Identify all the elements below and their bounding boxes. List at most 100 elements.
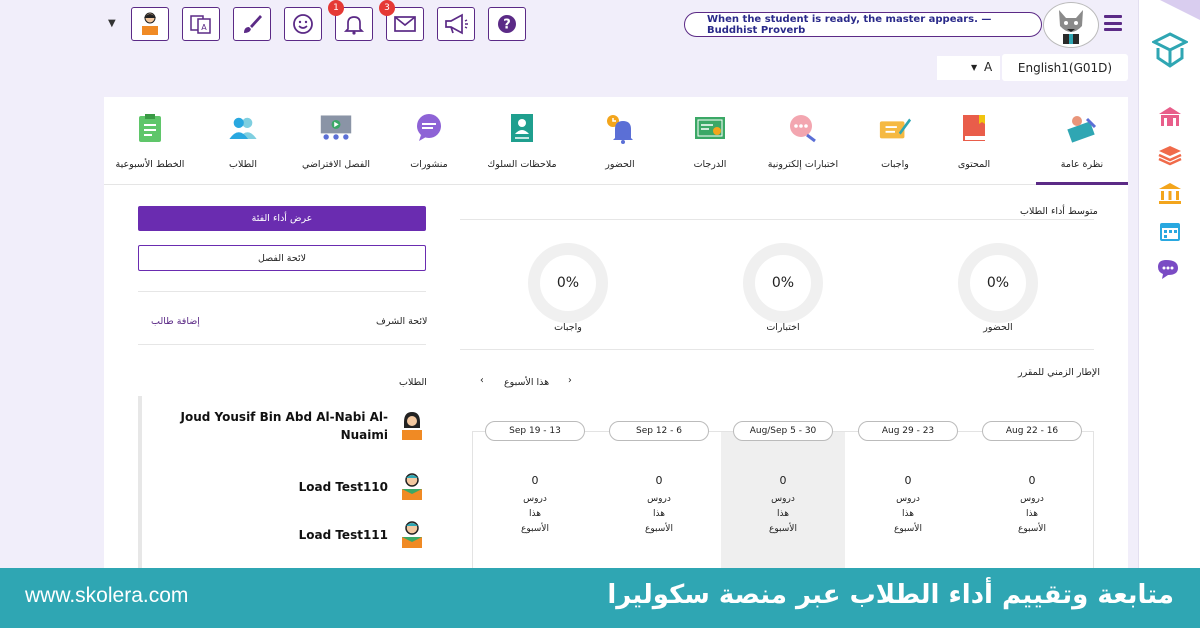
envelope-icon xyxy=(394,16,416,32)
week-text: الأسبوع xyxy=(645,524,673,534)
students-icon xyxy=(229,117,257,140)
student-profile-button[interactable] xyxy=(131,7,169,41)
week-range-pill[interactable]: Sep 12 - 6 xyxy=(609,421,709,441)
announcements-button[interactable] xyxy=(437,7,475,41)
tab-behavior-notes[interactable]: ملاحظات السلوك xyxy=(476,111,568,185)
theme-button[interactable] xyxy=(233,7,271,41)
week-column: Sep 19 - 13 0 دروس هذا الأسبوع xyxy=(473,421,597,569)
gauge-label: الحضور xyxy=(983,322,1013,333)
overview-icon xyxy=(1067,116,1097,143)
certificate-icon xyxy=(695,117,725,139)
tab-overview[interactable]: نظرة عامة xyxy=(1036,111,1128,185)
tab-posts[interactable]: منشورات xyxy=(383,111,475,185)
banner-title: متابعة وتقييم أداء الطلاب عبر منصة سكولي… xyxy=(607,580,1174,610)
divider xyxy=(460,219,1094,220)
tab-label: واجبات xyxy=(881,159,909,170)
quote-text: When the student is ready, the master ap… xyxy=(707,13,992,36)
behavior-icon xyxy=(511,114,533,142)
tab-attendance[interactable]: الحضور xyxy=(574,111,666,185)
toolbar-dropdown-caret-icon[interactable]: ▼ xyxy=(108,18,116,29)
course-select[interactable]: English1(G01D) xyxy=(1002,54,1128,81)
divider xyxy=(138,291,426,292)
next-week-icon[interactable]: › xyxy=(568,375,572,386)
help-button[interactable]: ? xyxy=(488,7,526,41)
student-name-line: Nuaimi xyxy=(340,428,388,442)
bell-clock-icon xyxy=(607,115,633,144)
quiz-icon xyxy=(790,115,816,143)
lessons-count: 0 xyxy=(1028,474,1036,487)
student-name: Load Test111 xyxy=(299,526,388,544)
mood-button[interactable] xyxy=(284,7,322,41)
tab-virtual-classroom[interactable]: الفصل الافتراضي xyxy=(290,111,382,185)
virtual-class-icon xyxy=(320,115,352,140)
student-name-line: Load Test111 xyxy=(298,528,388,542)
course-value: English1(G01D) xyxy=(1017,60,1113,75)
lessons-count: 0 xyxy=(904,474,912,487)
class-list-button[interactable]: لائحة الفصل xyxy=(138,245,426,271)
gauge-label: واجبات xyxy=(554,322,582,333)
performance-title: متوسط أداء الطلاب xyxy=(1020,206,1098,217)
svg-text:?: ? xyxy=(503,18,511,33)
menu-hamburger-icon[interactable] xyxy=(1104,15,1122,31)
week-text: هذا xyxy=(529,509,541,519)
courses-stack-icon[interactable] xyxy=(1152,140,1188,170)
lessons-count: 0 xyxy=(779,474,787,487)
class-performance-button[interactable]: عرض أداء الفئة xyxy=(138,206,426,231)
current-week-label: هذا الأسبوع xyxy=(504,377,550,388)
megaphone-icon xyxy=(445,13,468,35)
week-text: هذا xyxy=(777,509,789,519)
chat-bubbles-icon[interactable] xyxy=(1152,254,1188,284)
prev-week-icon[interactable]: ‹ xyxy=(480,375,484,386)
student-name: Joud Yousif Bin Abd Al-Nabi Al- Nuaimi xyxy=(181,408,388,444)
notifications-button[interactable]: 1 xyxy=(328,0,373,41)
female-student-avatar-icon xyxy=(402,412,422,440)
week-column-current: Aug/Sep 5 - 30 0 دروس هذا الأسبوع xyxy=(721,421,845,569)
lessons-count: 0 xyxy=(531,474,539,487)
timeline-title: الإطار الزمني للمقرر xyxy=(1018,367,1100,378)
decorative-corner-icon xyxy=(1160,0,1200,20)
tab-label: نظرة عامة xyxy=(1060,159,1104,170)
tab-content[interactable]: المحتوى xyxy=(928,111,1020,185)
user-avatar[interactable] xyxy=(1043,2,1099,48)
week-text: هذا xyxy=(1026,509,1038,519)
assignment-icon xyxy=(879,118,912,139)
tab-label: الفصل الافتراضي xyxy=(301,159,371,170)
tab-weekly-plans[interactable]: الخطط الأسبوعية xyxy=(104,111,196,185)
translate-icon: A xyxy=(190,15,211,34)
tab-online-quizzes[interactable]: اختبارات إلكترونية xyxy=(757,111,849,185)
calendar-icon[interactable] xyxy=(1152,216,1188,246)
paintbrush-icon xyxy=(244,15,262,33)
question-icon: ? xyxy=(498,15,516,33)
website-url: www.skolera.com xyxy=(25,584,189,607)
tab-label: المحتوى xyxy=(957,159,991,170)
male-student-avatar-icon xyxy=(402,473,422,500)
week-range-pill[interactable]: Aug 22 - 16 xyxy=(982,421,1082,441)
divider xyxy=(460,349,1094,350)
messages-badge: 3 xyxy=(379,0,395,16)
grade-select[interactable]: ▼ A xyxy=(937,56,1000,80)
week-range-pill[interactable]: Aug/Sep 5 - 30 xyxy=(733,421,833,441)
gauge-value: 0% xyxy=(771,275,795,291)
list-item[interactable]: Load Test110 xyxy=(142,470,426,504)
notifications-badge: 1 xyxy=(328,0,344,16)
right-sidebar xyxy=(1138,0,1200,568)
tab-students[interactable]: الطلاب xyxy=(197,111,289,185)
week-range-pill[interactable]: Sep 19 - 13 xyxy=(485,421,585,441)
tab-assignments[interactable]: واجبات xyxy=(849,111,941,185)
school-icon[interactable] xyxy=(1152,102,1188,132)
list-item[interactable]: Load Test111 xyxy=(142,518,426,552)
promo-banner: www.skolera.com متابعة وتقييم أداء الطلا… xyxy=(0,568,1200,628)
list-item[interactable]: Joud Yousif Bin Abd Al-Nabi Al- Nuaimi xyxy=(142,408,426,444)
institution-icon[interactable] xyxy=(1152,178,1188,208)
lessons-count: 0 xyxy=(655,474,663,487)
students-label: الطلاب xyxy=(399,377,427,388)
skolera-logo-icon[interactable] xyxy=(1152,30,1188,72)
messages-button[interactable]: 3 xyxy=(379,0,424,41)
add-student-link[interactable]: إضافة طالب xyxy=(151,316,200,327)
week-text: الأسبوع xyxy=(1018,524,1046,534)
clipboard-icon xyxy=(139,114,161,142)
week-range-pill[interactable]: Aug 29 - 23 xyxy=(858,421,958,441)
tab-grades[interactable]: الدرجات xyxy=(664,111,756,185)
gauge-label: اختبارات xyxy=(766,322,800,333)
translate-button[interactable]: A xyxy=(182,7,220,41)
